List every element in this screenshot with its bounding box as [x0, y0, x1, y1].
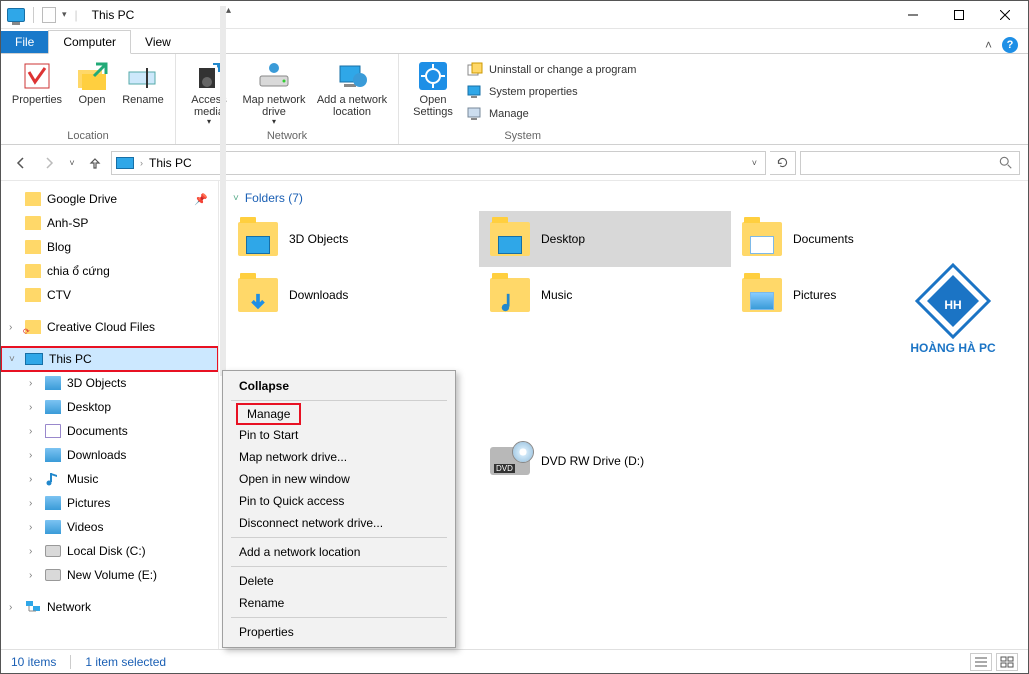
tile-dvd-drive[interactable]: DVD RW Drive (D:): [479, 433, 731, 489]
navigation-pane: Google Drive📌 Anh-SP Blog chia ổ cứng CT…: [1, 181, 219, 649]
nav-creative-cloud[interactable]: ›⟳Creative Cloud Files: [1, 315, 218, 339]
details-view-button[interactable]: [970, 653, 992, 671]
thumbnails-view-button[interactable]: [996, 653, 1018, 671]
history-dropdown[interactable]: ˅: [65, 151, 79, 175]
music-icon: [45, 471, 61, 487]
network-icon: [25, 599, 41, 615]
breadcrumb[interactable]: This PC: [149, 156, 192, 170]
document-icon: [42, 7, 56, 23]
menu-pin-quick[interactable]: Pin to Quick access: [225, 490, 453, 512]
minimize-button[interactable]: [890, 1, 936, 29]
menu-open-new-window[interactable]: Open in new window: [225, 468, 453, 490]
address-dropdown-icon[interactable]: ˅: [752, 158, 763, 168]
status-bar: 10 items 1 item selected: [1, 649, 1028, 673]
ribbon-group-system: Open Settings Uninstall or change a prog…: [399, 54, 646, 144]
divider: [33, 7, 34, 23]
tile-3d-objects[interactable]: 3D Objects: [227, 211, 479, 267]
status-selected-count: 1 item selected: [85, 655, 166, 669]
nav-desktop[interactable]: ›Desktop: [1, 395, 218, 419]
collapse-icon[interactable]: ˅: [9, 354, 15, 365]
menu-pin-start[interactable]: Pin to Start: [225, 424, 453, 446]
menu-properties[interactable]: Properties: [225, 621, 453, 643]
title-bar: ▾ | This PC: [1, 1, 1028, 29]
tile-music[interactable]: Music: [479, 267, 731, 323]
ribbon-group-network: Access media▾ Map network drive▾ Add a n…: [176, 54, 399, 144]
up-button[interactable]: [83, 151, 107, 175]
open-settings-button[interactable]: Open Settings: [405, 56, 461, 118]
status-item-count: 10 items: [11, 655, 56, 669]
search-box[interactable]: [800, 151, 1020, 175]
menu-disconnect-drive[interactable]: Disconnect network drive...: [225, 512, 453, 534]
menu-rename[interactable]: Rename: [225, 592, 453, 614]
body: Google Drive📌 Anh-SP Blog chia ổ cứng CT…: [1, 181, 1028, 649]
tab-file[interactable]: File: [1, 31, 48, 53]
menu-add-network-location[interactable]: Add a network location: [225, 541, 453, 563]
nav-network[interactable]: ›Network: [1, 595, 218, 619]
nav-ctv[interactable]: CTV: [1, 283, 218, 307]
nav-local-disk-c[interactable]: ›Local Disk (C:): [1, 539, 218, 563]
expand-icon[interactable]: ›: [9, 322, 12, 333]
ribbon-tabs: File Computer View ˄ ?: [1, 29, 1028, 53]
context-menu: Collapse Manage Pin to Start Map network…: [222, 370, 456, 648]
properties-button[interactable]: Properties: [7, 56, 67, 106]
nav-google-drive[interactable]: Google Drive📌: [1, 187, 218, 211]
nav-3d-objects[interactable]: ›3D Objects: [1, 371, 218, 395]
explorer-window: ▾ | This PC File Computer View ˄ ? Prope…: [0, 0, 1029, 674]
address-bar[interactable]: › This PC ˅: [111, 151, 766, 175]
tab-view[interactable]: View: [131, 31, 185, 53]
menu-delete[interactable]: Delete: [225, 570, 453, 592]
window-controls: [890, 1, 1028, 29]
uninstall-program-button[interactable]: Uninstall or change a program: [463, 60, 640, 80]
rename-button[interactable]: Rename: [117, 56, 169, 106]
maximize-button[interactable]: [936, 1, 982, 29]
pc-icon: [7, 8, 25, 22]
help-icon[interactable]: ?: [1002, 37, 1018, 53]
forward-button[interactable]: [37, 151, 61, 175]
ribbon-group-label: Location: [7, 130, 169, 144]
pin-icon: 📌: [194, 193, 208, 206]
menu-map-drive[interactable]: Map network drive...: [225, 446, 453, 468]
svg-text:HH: HH: [944, 298, 961, 312]
menu-manage[interactable]: Manage: [237, 404, 300, 424]
ribbon-group-location: Properties Open Rename Location: [1, 54, 176, 144]
manage-button[interactable]: Manage: [463, 104, 640, 124]
group-header-folders[interactable]: ˅ Folders (7): [233, 191, 1020, 205]
nav-videos[interactable]: ›Videos: [1, 515, 218, 539]
ribbon-collapse-icon[interactable]: ˄: [985, 38, 992, 52]
refresh-button[interactable]: [770, 151, 796, 175]
ribbon: Properties Open Rename Location Access m…: [1, 53, 1028, 145]
pc-icon: [25, 353, 43, 365]
watermark-logo: HH HOÀNG HÀ PC: [896, 251, 1010, 365]
nav-new-volume-e[interactable]: ›New Volume (E:): [1, 563, 218, 587]
pc-icon: [116, 157, 134, 169]
system-properties-button[interactable]: System properties: [463, 82, 640, 102]
nav-music[interactable]: ›Music: [1, 467, 218, 491]
window-title: This PC: [92, 8, 135, 22]
nav-blog[interactable]: Blog: [1, 235, 218, 259]
tile-desktop[interactable]: Desktop: [479, 211, 731, 267]
nav-anh-sp[interactable]: Anh-SP: [1, 211, 218, 235]
address-row: ˅ › This PC ˅: [1, 145, 1028, 181]
open-button[interactable]: Open: [69, 56, 115, 106]
ribbon-group-label: System: [405, 130, 640, 144]
search-icon: [999, 156, 1013, 170]
quick-access-toolbar: ▾ |: [7, 7, 82, 23]
qat-dropdown-icon[interactable]: ▾: [62, 9, 67, 20]
nav-this-pc[interactable]: ˅This PC: [1, 347, 218, 371]
close-button[interactable]: [982, 1, 1028, 29]
nav-documents[interactable]: ›Documents: [1, 419, 218, 443]
map-network-drive-button[interactable]: Map network drive▾: [238, 56, 310, 127]
nav-downloads[interactable]: ›Downloads: [1, 443, 218, 467]
tile-downloads[interactable]: Downloads: [227, 267, 479, 323]
add-network-location-button[interactable]: Add a network location: [312, 56, 392, 118]
tab-computer[interactable]: Computer: [48, 30, 131, 54]
menu-collapse[interactable]: Collapse: [225, 375, 453, 397]
nav-chia[interactable]: chia ổ cứng: [1, 259, 218, 283]
chevron-down-icon: ˅: [233, 193, 239, 204]
nav-pictures[interactable]: ›Pictures: [1, 491, 218, 515]
back-button[interactable]: [9, 151, 33, 175]
